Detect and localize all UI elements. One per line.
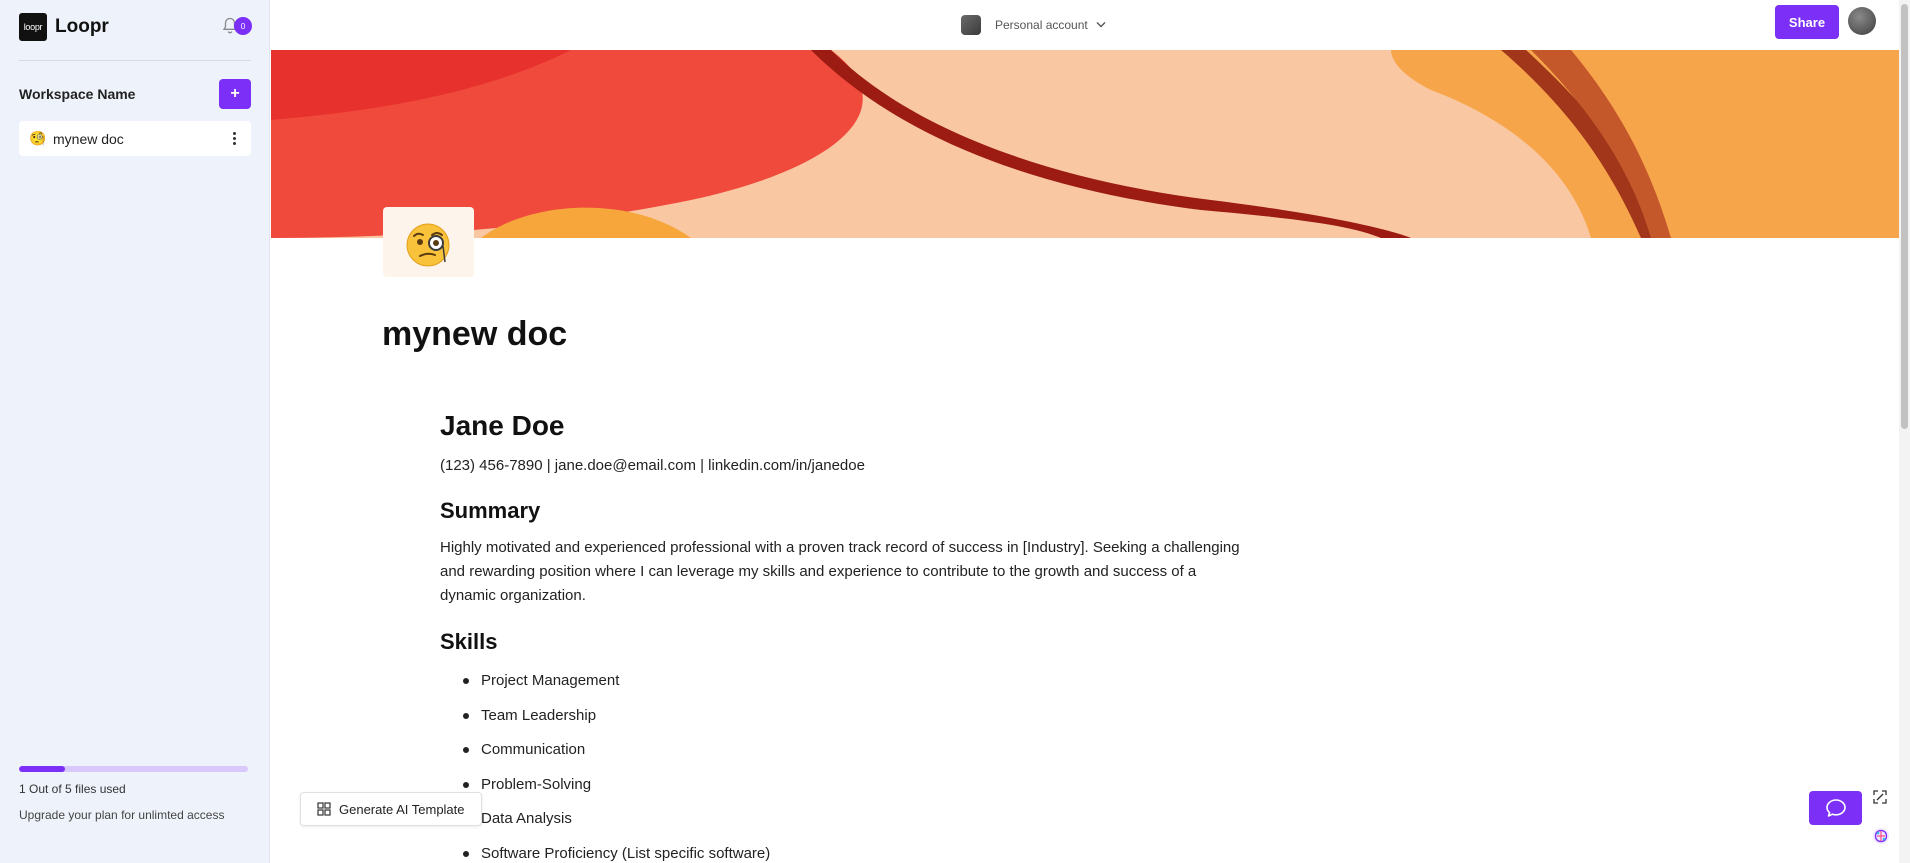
resume-contact: (123) 456-7890 | jane.doe@email.com | li…: [440, 457, 865, 474]
skills-heading: Skills: [440, 629, 498, 654]
summary-heading: Summary: [440, 498, 541, 523]
chat-icon: [1825, 799, 1846, 817]
skill-item: Data Analysis: [440, 809, 770, 844]
account-switcher[interactable]: Personal account: [961, 13, 1106, 37]
user-avatar[interactable]: [1848, 7, 1876, 35]
page-title[interactable]: mynew doc: [382, 315, 567, 354]
app-name: Loopr: [55, 16, 109, 37]
usage-progress-fill: [19, 766, 65, 772]
expand-icon[interactable]: [1872, 789, 1888, 805]
skills-list: Project Management Team Leadership Commu…: [440, 671, 770, 863]
chevron-down-icon: [1096, 20, 1106, 31]
account-label: Personal account: [995, 18, 1088, 32]
sidebar-divider: [19, 60, 251, 61]
notification-badge: 0: [234, 17, 252, 35]
skill-item: Communication: [440, 740, 770, 775]
resume-name: Jane Doe: [440, 410, 565, 441]
workspace-name: Workspace Name: [19, 86, 136, 102]
workspace-row: Workspace Name +: [19, 79, 251, 109]
generate-ai-template-button[interactable]: Generate AI Template: [300, 792, 482, 826]
skill-item: Problem-Solving: [440, 775, 770, 810]
page-scrollbar[interactable]: [1899, 0, 1910, 863]
usage-text: 1 Out of 5 files used: [19, 782, 126, 796]
usage-progress-bar: [19, 766, 248, 772]
skill-item: Software Proficiency (List specific soft…: [440, 844, 770, 863]
skill-item: Project Management: [440, 671, 770, 706]
sidebar-doc-item[interactable]: 🧐 mynew doc: [19, 121, 251, 156]
cover-image: [271, 50, 1899, 238]
share-button[interactable]: Share: [1775, 5, 1839, 39]
brand[interactable]: loopr Loopr: [19, 13, 109, 41]
more-vertical-icon[interactable]: [227, 129, 241, 149]
doc-emoji: 🧐: [29, 130, 47, 146]
notifications-button[interactable]: 0: [222, 17, 252, 37]
scrollbar-thumb[interactable]: [1901, 4, 1908, 429]
chat-button[interactable]: [1809, 791, 1862, 825]
document-body[interactable]: Jane Doe (123) 456-7890 | jane.doe@email…: [440, 410, 1240, 862]
topbar: Personal account Share: [271, 0, 1900, 50]
account-avatar: [961, 15, 981, 35]
brain-icon[interactable]: [1872, 827, 1890, 845]
upgrade-link[interactable]: Upgrade your plan for unlimted access: [19, 808, 224, 822]
face-with-monocle-icon: [406, 223, 450, 267]
generate-ai-template-label: Generate AI Template: [339, 801, 465, 817]
skill-item: Team Leadership: [440, 706, 770, 741]
grid-icon: [317, 802, 331, 816]
doc-label: mynew doc: [53, 130, 124, 147]
loopr-logo: loopr: [19, 13, 47, 41]
sidebar: loopr Loopr 0 Workspace Name + 🧐 mynew d…: [0, 0, 270, 863]
add-doc-button[interactable]: +: [219, 79, 251, 109]
summary-text: Highly motivated and experienced profess…: [440, 539, 1240, 604]
